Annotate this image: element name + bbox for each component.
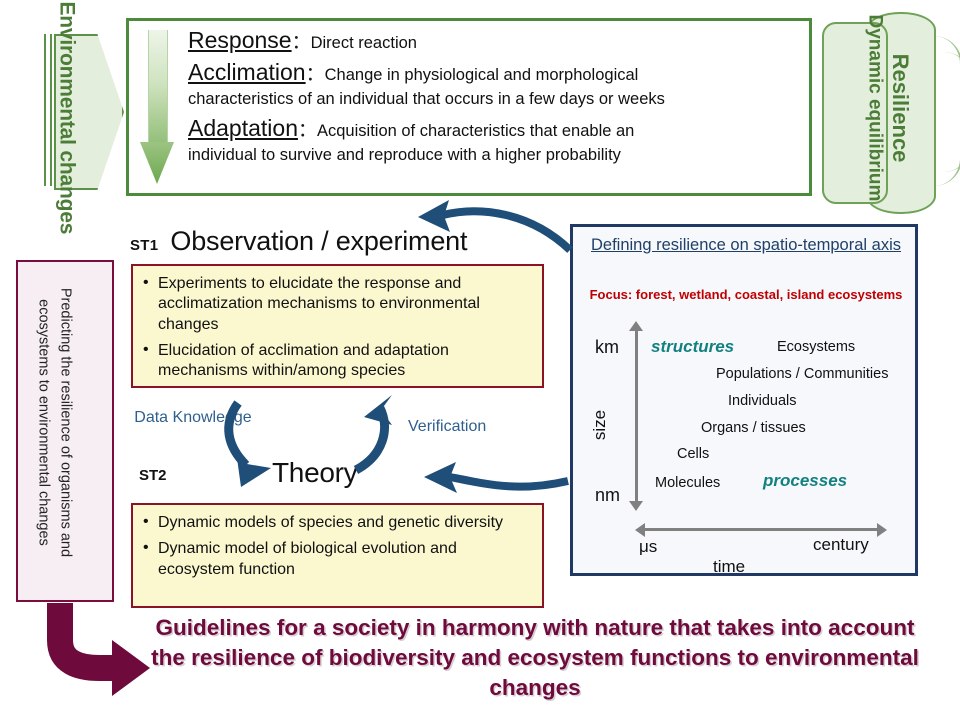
panel-to-theory-arrowhead <box>424 462 457 493</box>
spatio-panel-title: Defining resilience on spatio-temporal a… <box>591 236 901 254</box>
theory-to-st1-arrow <box>353 405 390 474</box>
level-individuals: Individuals <box>728 393 797 409</box>
definition-response: Response：Direct reaction <box>188 26 796 56</box>
goal-statement: Guidelines for a society in harmony with… <box>151 615 919 700</box>
structures-group-label: structures <box>651 337 735 356</box>
definition-body: Direct reaction <box>310 34 417 52</box>
st1-header: ST1 Observation / experiment <box>130 226 550 264</box>
st1-title: Observation / experiment <box>170 226 468 256</box>
data-knowledge-label: Data Knowledge <box>134 409 252 426</box>
goal-elbow-arrow <box>47 603 118 681</box>
environmental-changes-label: Environmental changes <box>55 1 79 235</box>
spatio-temporal-panel: Defining resilience on spatio-temporal a… <box>570 224 918 576</box>
definition-colon: ： <box>297 119 317 141</box>
size-axis-arrow-icon <box>629 321 643 511</box>
list-item: Elucidation of acclimation and adaptatio… <box>141 340 532 382</box>
verification-label: Verification <box>408 418 487 435</box>
spatio-panel-focus: Focus: forest, wetland, coastal, island … <box>589 287 903 302</box>
definition-adaptation: Adaptation：Acquisition of characteristic… <box>188 114 796 168</box>
st2-tag: ST2 <box>139 467 167 484</box>
environmental-changes-arrow: Environmental changes <box>8 2 124 234</box>
definition-term: Response <box>188 27 292 53</box>
definition-term: Acclimation <box>188 58 306 85</box>
time-axis-right-label: century <box>813 535 869 554</box>
definition-colon: ： <box>305 63 325 85</box>
time-axis-left-label: μs <box>639 537 658 556</box>
st1-tag: ST1 <box>130 237 159 254</box>
size-axis-label: size <box>590 409 609 441</box>
resilience-label: Resilience <box>888 53 913 163</box>
downward-green-arrow-icon <box>140 30 174 185</box>
list-item: Dynamic model of biological evolution an… <box>141 538 532 580</box>
st1-to-theory-arrowhead <box>236 451 271 487</box>
definition-body: Acquisition of characteristics that enab… <box>317 121 635 140</box>
definition-colon: ： <box>291 32 311 53</box>
level-populations-communities: Populations / Communities <box>716 366 889 382</box>
list-item: Experiments to elucidate the response an… <box>141 273 532 335</box>
theory-to-st1-arrowhead <box>364 395 392 425</box>
definition-continuation: individual to survive and reproduce with… <box>188 145 621 164</box>
st2-box: Dynamic models of species and genetic di… <box>131 503 544 608</box>
definitions-text: Response：Direct reaction Acclimation：Cha… <box>188 26 796 190</box>
list-item: Dynamic models of species and genetic di… <box>141 512 532 533</box>
level-ecosystems: Ecosystems <box>777 339 856 355</box>
size-axis-bottom-label: nm <box>595 485 621 505</box>
level-molecules: Molecules <box>655 475 721 491</box>
st1-box: Experiments to elucidate the response an… <box>131 264 544 388</box>
predicting-resilience-label: Predicting the resilience of organisms a… <box>35 287 74 558</box>
panel-to-theory-arrow <box>449 473 569 491</box>
time-axis-label: time <box>713 557 746 576</box>
definition-term: Adaptation <box>188 114 298 141</box>
level-cells: Cells <box>677 446 710 462</box>
definition-body: Change in physiological and morphologica… <box>324 65 639 84</box>
definition-acclimation: Acclimation：Change in physiological and … <box>188 58 796 112</box>
dynamic-equilibrium-label: Dynamic equilibrium <box>864 14 886 202</box>
theory-title: Theory <box>272 457 358 488</box>
definition-continuation: characteristics of an individual that oc… <box>188 89 665 108</box>
level-organs-tissues: Organs / tissues <box>701 420 806 436</box>
size-axis-top-label: km <box>595 337 619 357</box>
processes-group-label: processes <box>763 471 848 490</box>
